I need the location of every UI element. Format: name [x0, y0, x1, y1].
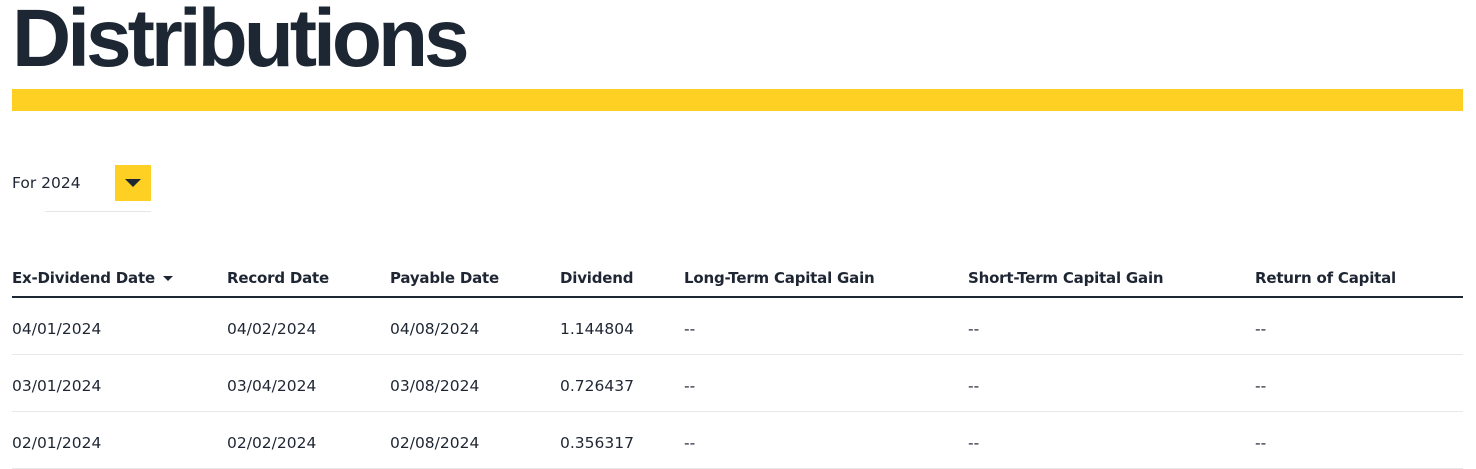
- table-row: 04/01/2024 04/02/2024 04/08/2024 1.14480…: [12, 297, 1463, 355]
- column-header-label: Ex-Dividend Date: [12, 269, 155, 287]
- table-header-row: Ex-Dividend Date Record Date Payable Dat…: [12, 260, 1463, 298]
- year-filter-label: For 2024: [12, 174, 81, 192]
- cell-short-term-capital-gain: --: [968, 411, 1255, 469]
- cell-dividend: 1.144804: [560, 297, 684, 355]
- cell-record-date: 04/02/2024: [227, 297, 390, 355]
- column-header-short-term-capital-gain: Short-Term Capital Gain: [968, 260, 1255, 298]
- filter-underline: [45, 211, 151, 212]
- sort-down-icon: [162, 276, 173, 281]
- cell-dividend: 0.726437: [560, 354, 684, 412]
- accent-bar: [12, 89, 1463, 111]
- cell-short-term-capital-gain: --: [968, 297, 1255, 355]
- column-header-payable-date: Payable Date: [390, 260, 560, 298]
- table-row: 03/01/2024 03/04/2024 03/08/2024 0.72643…: [12, 354, 1463, 412]
- cell-record-date: 03/04/2024: [227, 354, 390, 412]
- year-filter: For 2024: [12, 164, 81, 202]
- column-header-record-date: Record Date: [227, 260, 390, 298]
- cell-return-of-capital: --: [1255, 411, 1463, 469]
- distributions-table: Ex-Dividend Date Record Date Payable Dat…: [12, 260, 1463, 469]
- cell-ex-dividend-date: 03/01/2024: [12, 354, 227, 412]
- cell-ex-dividend-date: 04/01/2024: [12, 297, 227, 355]
- cell-ex-dividend-date: 02/01/2024: [12, 411, 227, 469]
- cell-long-term-capital-gain: --: [684, 297, 968, 355]
- column-header-label: Payable Date: [390, 269, 499, 287]
- column-header-label: Short-Term Capital Gain: [968, 269, 1164, 287]
- cell-long-term-capital-gain: --: [684, 354, 968, 412]
- cell-payable-date: 02/08/2024: [390, 411, 560, 469]
- column-header-return-of-capital: Return of Capital: [1255, 260, 1463, 298]
- column-header-dividend: Dividend: [560, 260, 684, 298]
- page-title: Distributions: [12, 0, 470, 84]
- table-row: 02/01/2024 02/02/2024 02/08/2024 0.35631…: [12, 411, 1463, 469]
- column-header-label: Long-Term Capital Gain: [684, 269, 875, 287]
- cell-return-of-capital: --: [1255, 354, 1463, 412]
- column-header-label: Return of Capital: [1255, 269, 1396, 287]
- cell-dividend: 0.356317: [560, 411, 684, 469]
- cell-payable-date: 04/08/2024: [390, 297, 560, 355]
- cell-payable-date: 03/08/2024: [390, 354, 560, 412]
- chevron-down-icon: [125, 179, 141, 187]
- column-header-label: Record Date: [227, 269, 329, 287]
- column-header-label: Dividend: [560, 269, 634, 287]
- cell-record-date: 02/02/2024: [227, 411, 390, 469]
- cell-long-term-capital-gain: --: [684, 411, 968, 469]
- cell-short-term-capital-gain: --: [968, 354, 1255, 412]
- column-header-ex-dividend-date[interactable]: Ex-Dividend Date: [12, 260, 227, 298]
- cell-return-of-capital: --: [1255, 297, 1463, 355]
- column-header-long-term-capital-gain: Long-Term Capital Gain: [684, 260, 968, 298]
- year-dropdown-button[interactable]: [115, 165, 151, 201]
